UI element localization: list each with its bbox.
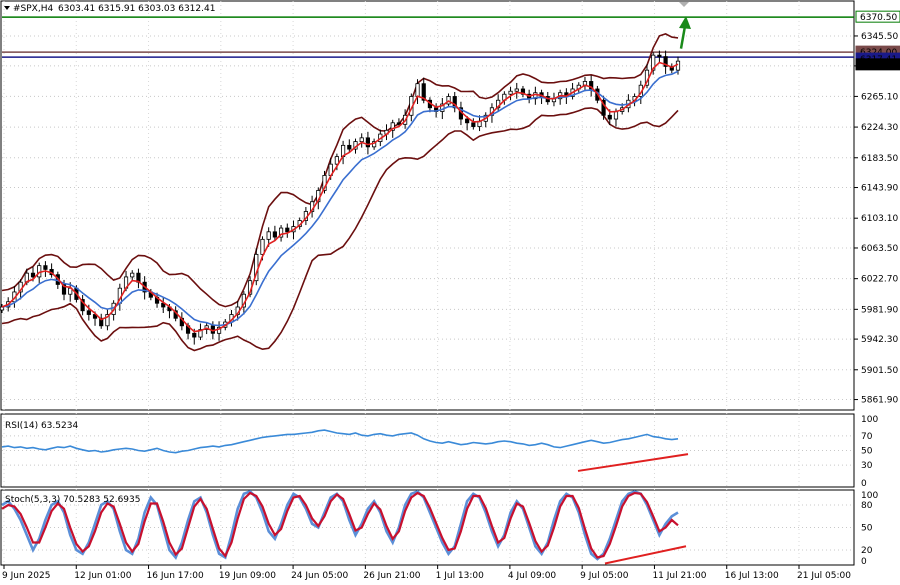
time-axis: 9 Jun 2025 12 Jun 01:00 16 Jun 17:00 19 Jun… (2, 565, 851, 581)
x-tick-label: 11 Jul 21:00 (652, 571, 706, 581)
candle-body (613, 111, 619, 120)
y-tick-label: 6022.70 (861, 275, 898, 285)
candle-body (37, 265, 42, 278)
y-tick-label: 6183.50 (861, 154, 898, 164)
candle-body (359, 137, 364, 142)
candle-body (514, 88, 519, 92)
stoch-tick-label: 80 (861, 501, 873, 511)
candle-body (86, 310, 91, 315)
candle-body (396, 122, 402, 125)
rsi-tick-label: 30 (861, 461, 873, 471)
candle-body (43, 265, 48, 270)
candle-body (260, 238, 265, 255)
x-tick-label: 12 Jun 01:00 (74, 571, 131, 581)
candle-body (607, 114, 612, 120)
candle-body (285, 227, 290, 233)
x-tick-label: 24 Jun 05:00 (291, 571, 348, 581)
x-tick-label: 16 Jun 17:00 (147, 571, 204, 581)
stoch-tick-label: 50 (861, 524, 873, 534)
candle-body (130, 272, 135, 278)
y-tick-label: 5861.90 (861, 396, 898, 406)
chart-canvas: 6345.506305.706265.106224.306183.506143.… (0, 0, 900, 581)
rsi-tick-label: 100 (861, 415, 878, 425)
stoch-label: Stoch(5,3,3) 70.5283 52.6935 (5, 495, 140, 505)
y-tick-label: 5942.30 (861, 335, 898, 345)
y-axis: 6345.506305.706265.106224.306183.506143.… (854, 32, 898, 567)
x-tick-label: 16 Jul 13:00 (725, 571, 779, 581)
x-tick-label: 1 Jul 13:00 (436, 571, 485, 581)
y-tick-label: 6224.30 (861, 123, 898, 133)
symbol-label: #SPX,H4 (13, 4, 53, 14)
candle-body (471, 122, 476, 127)
rsi-label: RSI(14) 63.5234 (5, 421, 78, 431)
rsi-tick-label: 0 (861, 479, 867, 489)
price-panel (0, 0, 855, 411)
x-tick-label: 9 Jul 05:00 (580, 571, 629, 581)
x-tick-label: 9 Jun 2025 (2, 571, 50, 581)
candle-body (192, 332, 197, 338)
candle-body (465, 118, 470, 124)
price-tag: 6370.50 (855, 10, 900, 23)
x-tick-label: 19 Jun 09:00 (219, 571, 276, 581)
y-tick-label: 6063.50 (861, 244, 898, 254)
ohlc-readout: 6303.41 6315.91 6303.03 6312.41 (58, 4, 215, 14)
candle-body (272, 231, 277, 238)
y-tick-label: 5901.50 (861, 366, 898, 376)
y-tick-label: 6345.50 (861, 32, 898, 42)
price-tag-label: 6370.50 (860, 13, 897, 23)
candle-body (347, 144, 352, 150)
y-tick-label: 6143.90 (861, 184, 898, 194)
price-tag: 6312.41 (855, 58, 900, 71)
y-tick-label: 5981.90 (861, 305, 898, 315)
rsi-tick-label: 70 (861, 432, 873, 442)
stoch-tick-label: 20 (861, 546, 873, 556)
y-tick-label: 6265.10 (861, 92, 898, 102)
candle-body (415, 83, 420, 97)
stoch-tick-label: 0 (861, 557, 867, 567)
stoch-tick-label: 100 (861, 491, 878, 501)
x-tick-label: 21 Jul 05:00 (797, 571, 851, 581)
candle-body (508, 90, 513, 95)
candle-body (266, 231, 271, 240)
candle-body (657, 54, 662, 58)
y-tick-label: 6103.10 (861, 214, 898, 224)
candle-body (365, 137, 370, 148)
candle-body (30, 272, 36, 278)
price-tag-label: 6312.41 (860, 61, 897, 71)
x-tick-label: 26 Jun 21:00 (363, 571, 420, 581)
rsi-tick-label: 50 (861, 447, 873, 457)
x-tick-label: 4 Jul 09:00 (508, 571, 557, 581)
